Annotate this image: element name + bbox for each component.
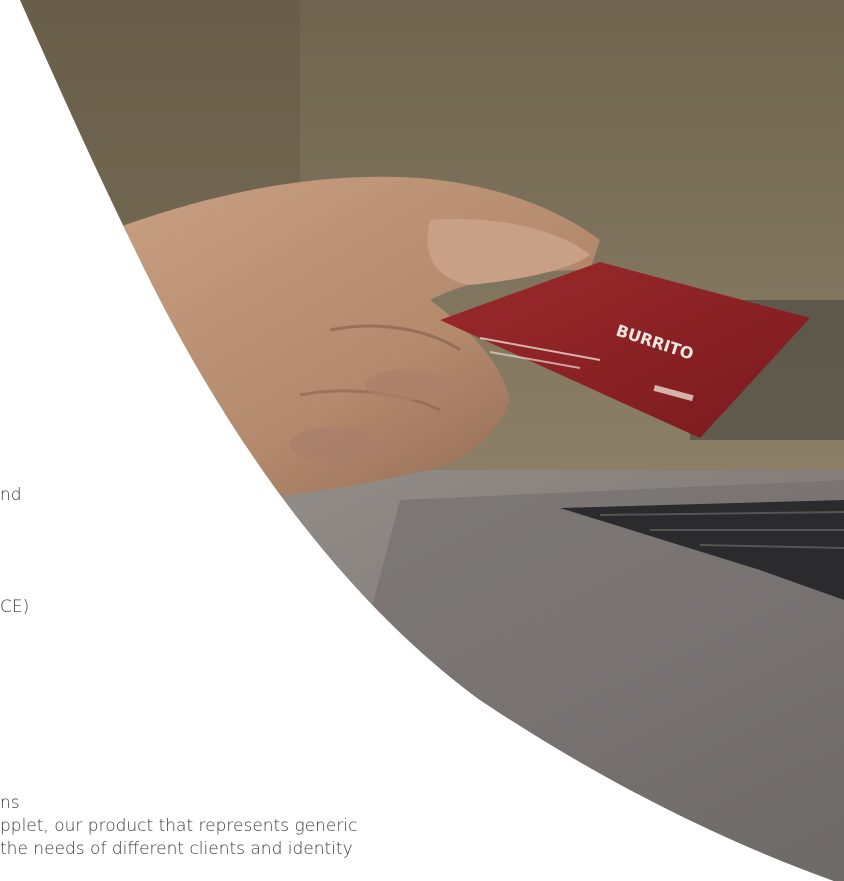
body-text-line-5: the needs of different clients and ident… (0, 839, 353, 859)
body-text-line-1: nd (0, 485, 22, 505)
body-text-line-2: CE) (0, 597, 30, 617)
body-text-line-3: ns (0, 793, 20, 813)
hero-photo-credit-card: BURRITO (0, 0, 844, 881)
body-text-line-4: pplet, our product that represents gener… (0, 816, 358, 836)
